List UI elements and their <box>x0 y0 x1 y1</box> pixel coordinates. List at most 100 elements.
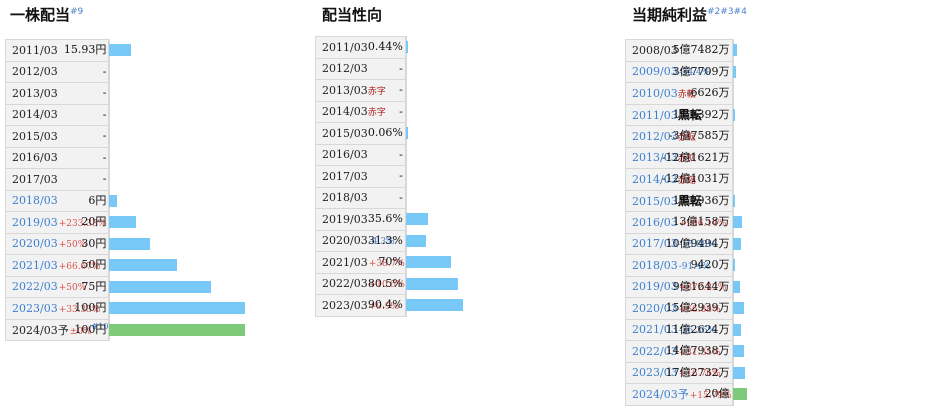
value-text: 20円 <box>81 215 107 228</box>
year-label[interactable]: 2020/03 <box>12 237 58 250</box>
value-cell: 13億158万 <box>673 211 742 234</box>
value-cell: 14億7938万 <box>666 340 744 363</box>
table-row: 2019/03+233.33% 20円 <box>4 211 137 234</box>
year-label[interactable]: 2009/03 <box>632 65 678 78</box>
year-label: 2017/03 <box>12 172 58 186</box>
table-row: 2022/03+50% 75円 <box>4 275 212 298</box>
table-row: 2015/03 - <box>4 125 111 148</box>
value-text: -12億1621万 <box>661 150 730 164</box>
value-cell: - <box>399 100 407 123</box>
value-cell: - <box>103 60 111 83</box>
value-bar <box>109 302 246 314</box>
year-label[interactable]: 2018/03 <box>12 194 58 207</box>
net-income-title-note[interactable]: #2#3#4 <box>707 7 747 17</box>
value-cell: -6626万 <box>687 82 734 105</box>
value-cell: - <box>103 146 111 169</box>
value-cell: 5億7482万 <box>673 39 737 62</box>
value-cell: - <box>103 125 111 148</box>
table-row: 2012/03 - <box>4 60 111 83</box>
value-cell: 1億2936万 <box>673 189 735 212</box>
table-row: 2019/03+872.82% 9億1644万 <box>625 275 740 298</box>
value-bar <box>732 259 735 271</box>
dividend-title-note[interactable]: #9 <box>70 7 83 17</box>
year-label: 2014/03 <box>322 105 368 119</box>
value-bar <box>109 237 151 250</box>
value-cell: - <box>103 82 111 105</box>
value-cell: 100円 <box>74 297 246 320</box>
status-tag: 赤字 <box>367 86 386 97</box>
table-row: 2016/03+906.14% 13億158万 <box>625 211 742 234</box>
payout-table: 2011/03 0.44% 2012/03-2013/03赤字 -2014/03赤字 -… <box>315 36 463 317</box>
value-text: 70% <box>378 255 403 268</box>
value-text: - <box>102 129 107 142</box>
year-label: 2024/03 <box>12 323 58 337</box>
year-label[interactable]: 2021/03 <box>12 259 58 272</box>
table-row: 2014/03 - <box>4 103 111 126</box>
value-bar <box>405 41 408 53</box>
value-bar <box>405 234 426 247</box>
year-cell: 2016/03 <box>315 143 406 166</box>
year-label[interactable]: 2019/03 <box>12 216 58 229</box>
value-bar <box>109 280 212 293</box>
value-text: 90.4% <box>367 298 403 311</box>
table-row: 2023/03+9.9% 90.4% <box>315 294 463 317</box>
value-bar <box>732 44 737 56</box>
value-text: 31.3% <box>367 233 403 247</box>
value-bar <box>732 237 741 250</box>
value-bar <box>732 366 745 379</box>
value-cell: 15億2939万 <box>666 297 744 320</box>
value-bar <box>732 302 744 314</box>
value-cell: - <box>399 143 407 166</box>
value-cell: -12億1621万 <box>662 146 734 169</box>
year-label[interactable]: 2018/03 <box>632 259 678 272</box>
year-label: 2019/03 <box>322 212 368 226</box>
year-label[interactable]: 2016/03 <box>632 216 678 229</box>
value-cell: 6円 <box>88 189 118 212</box>
net-income-title: 当期純利益#2#3#4 <box>632 6 747 24</box>
value-text: - <box>102 86 107 99</box>
value-cell: - <box>399 57 407 80</box>
year-label: 2020/03 <box>322 234 368 248</box>
value-text: 3億7709万 <box>672 64 730 78</box>
value-text: 100円 <box>74 301 107 314</box>
forecast-bar <box>109 323 246 336</box>
table-row: 2011/03黒転 1億8392万 <box>625 103 735 126</box>
year-cell: 2012/03 <box>315 57 406 80</box>
year-label[interactable]: 2023/03 <box>12 302 58 315</box>
year-cell: 2014/03 <box>4 103 110 126</box>
value-bar <box>109 194 118 207</box>
table-row: 2018/03 6円 <box>4 189 118 212</box>
value-bar <box>405 277 458 290</box>
year-cell: 2017/03 <box>4 168 110 191</box>
forecast-bar <box>732 388 747 400</box>
payout-title: 配当性向 <box>322 6 383 24</box>
year-label[interactable]: 2019/03 <box>632 280 678 293</box>
value-bar <box>732 345 744 357</box>
value-cell: -12億1031万 <box>662 168 734 191</box>
year-label[interactable]: 2010/03 <box>632 87 678 100</box>
table-row: 2024/03予±0%#10 100円 <box>4 318 246 341</box>
table-row: 2018/03 - <box>315 186 407 209</box>
table-row: 2017/03-15.88% 10億9494万 <box>625 232 741 255</box>
value-bar <box>732 194 735 207</box>
value-text: - <box>399 61 403 75</box>
value-cell: - <box>103 168 111 191</box>
value-text: 17億2732万 <box>665 365 730 379</box>
value-cell: 90.4% <box>368 294 463 317</box>
year-label[interactable]: 2011/03 <box>632 109 678 122</box>
year-cell: 2012/03 <box>4 60 110 83</box>
table-row: 2014/03赤縮 -12億1031万 <box>625 168 734 191</box>
year-label: 2012/03 <box>12 65 58 79</box>
table-row: 2016/03 - <box>4 146 111 169</box>
year-cell: 2015/03 <box>4 125 110 148</box>
forecast-mark: 予 <box>57 323 69 337</box>
year-label: 2017/03 <box>322 169 368 183</box>
table-row: 2021/03+38.7% 70% <box>315 251 451 274</box>
year-label[interactable]: 2024/03 <box>632 388 678 401</box>
value-text: 80.5% <box>367 276 403 290</box>
table-row: 2015/03黒転 1億2936万 <box>625 189 735 212</box>
value-text: - <box>102 150 107 164</box>
year-label[interactable]: 2015/03 <box>632 195 678 208</box>
year-label[interactable]: 2022/03 <box>12 280 58 293</box>
table-row: 2022/03+31.35% 14億7938万 <box>625 340 744 363</box>
